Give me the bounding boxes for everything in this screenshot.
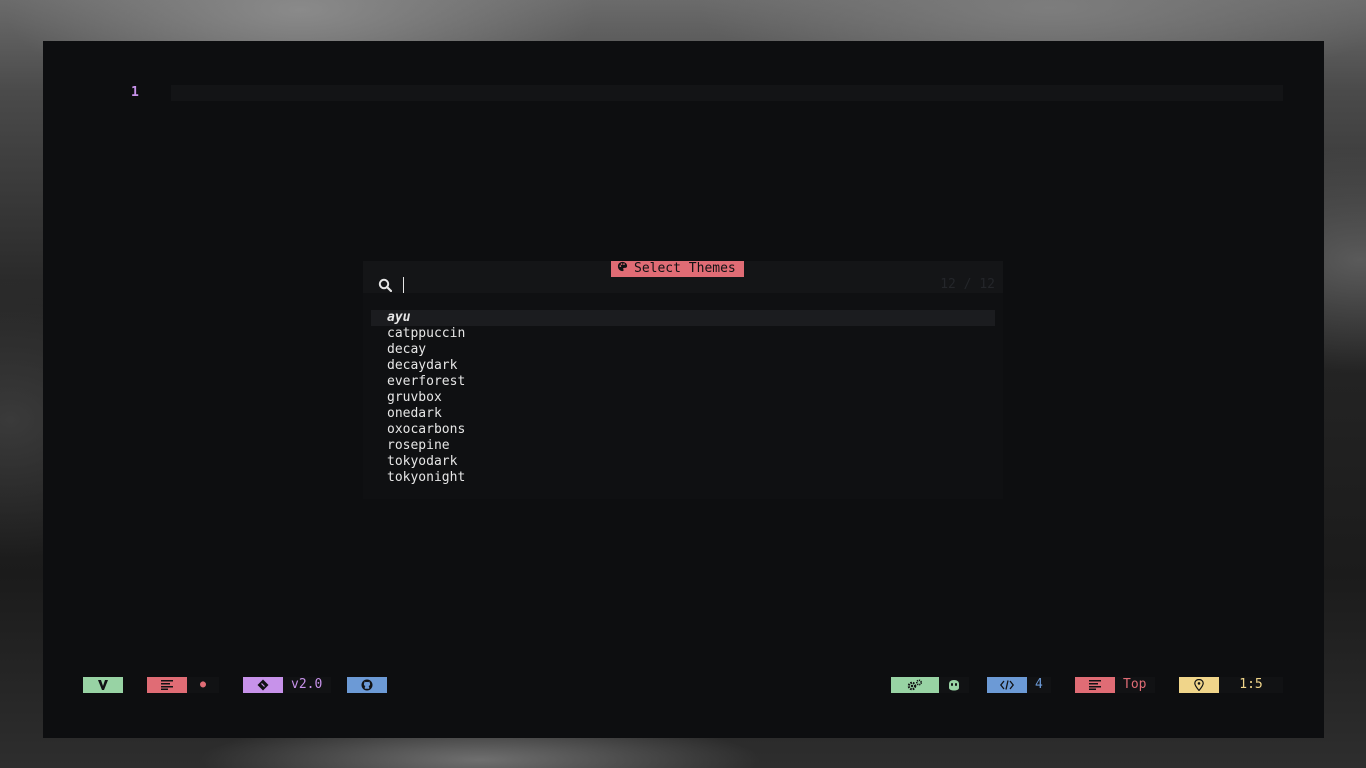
git-branch-icon (243, 677, 283, 693)
result-item[interactable]: decaydark (371, 358, 995, 374)
copilot-icon (939, 677, 969, 693)
gears-icon (891, 677, 939, 693)
result-item[interactable]: oxocarbons (371, 422, 995, 438)
cursor-location: 1:5 (1219, 677, 1283, 693)
result-item[interactable]: onedark (371, 406, 995, 422)
code-icon (987, 677, 1027, 693)
result-item[interactable]: gruvbox (371, 390, 995, 406)
scroll-position: Top (1115, 677, 1155, 693)
result-item[interactable]: rosepine (371, 438, 995, 454)
result-item[interactable]: ayu (371, 310, 995, 326)
result-item[interactable]: everforest (371, 374, 995, 390)
statusline: ● v2.0 4 Top 1:5 (83, 677, 1283, 693)
github-icon[interactable] (347, 677, 387, 693)
indent-size: 4 (1027, 677, 1051, 693)
search-icon (378, 277, 393, 293)
theme-picker[interactable]: 12 / 12 Select Themes ayu catppuccin dec… (363, 261, 1003, 499)
vim-mode-icon (83, 677, 123, 693)
git-branch-name: v2.0 (283, 677, 331, 693)
result-item[interactable]: tokyonight (371, 470, 995, 486)
current-line-highlight (171, 85, 1283, 101)
picker-title-label: Select Themes (634, 261, 736, 276)
location-pin-icon (1179, 677, 1219, 693)
editor-window: 1 12 / 12 Select Themes ayu catppuccin d… (43, 41, 1324, 738)
file-lines-icon (1075, 677, 1115, 693)
modified-indicator: ● (187, 677, 219, 693)
palette-icon (617, 261, 628, 277)
file-lines-icon (147, 677, 187, 693)
result-item[interactable]: tokyodark (371, 454, 995, 470)
result-item[interactable]: catppuccin (371, 326, 995, 342)
result-count: 12 / 12 (940, 277, 995, 292)
search-input[interactable] (403, 277, 404, 293)
results-list: ayu catppuccin decay decaydark everfores… (371, 310, 995, 486)
line-number: 1 (131, 85, 139, 100)
result-item[interactable]: decay (371, 342, 995, 358)
picker-title: Select Themes (611, 261, 744, 277)
